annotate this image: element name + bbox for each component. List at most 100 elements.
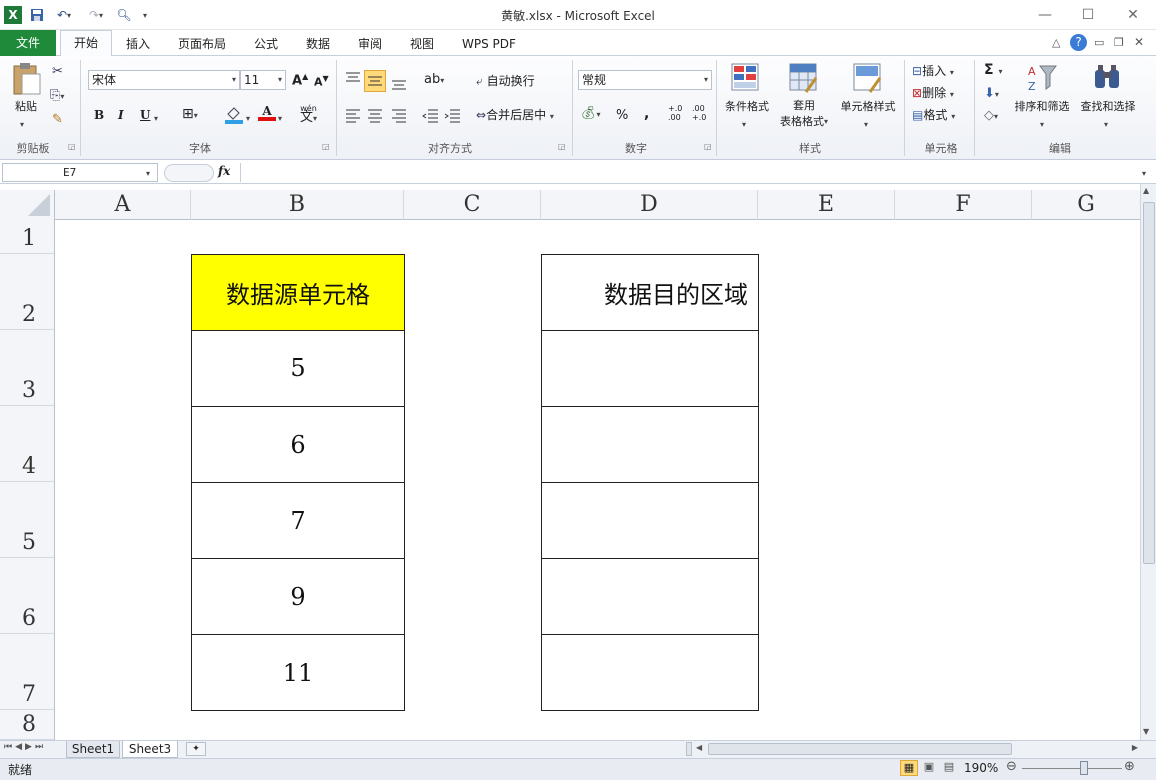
percent-style-button[interactable]: % (616, 108, 628, 123)
clipboard-launcher-icon[interactable]: ◲ (68, 142, 76, 151)
insert-cells-button[interactable]: ⊟插入 ▾ (912, 62, 954, 79)
workbook-minimize-icon[interactable]: ▭ (1094, 36, 1104, 49)
find-select-icon[interactable] (1092, 62, 1124, 94)
cell-d7[interactable] (541, 634, 759, 711)
format-as-table-icon[interactable] (788, 62, 820, 94)
sheet-tab-sheet1[interactable]: Sheet1 (66, 741, 120, 758)
align-top-icon[interactable] (344, 70, 362, 88)
format-as-table-line1[interactable]: 套用 (784, 98, 824, 112)
sheet-nav-icons[interactable]: ⏮◀▶⏭ (4, 742, 46, 752)
decrease-indent-icon[interactable] (422, 106, 440, 124)
cell-styles-dropdown[interactable]: ▾ (864, 116, 868, 130)
autosum-button[interactable]: Σ ▾ (984, 62, 1002, 78)
tab-formulas[interactable]: 公式 (244, 33, 288, 56)
fill-icon[interactable]: ⬇▾ (984, 86, 999, 101)
underline-dropdown[interactable]: ▾ (154, 110, 158, 124)
font-color-dropdown[interactable]: ▾ (278, 110, 282, 124)
sheet-tab-sheet3[interactable]: Sheet3 (122, 741, 178, 758)
copy-icon[interactable]: ⎘▾ (50, 88, 64, 103)
formula-input[interactable] (240, 163, 1138, 182)
comma-style-button[interactable]: , (644, 106, 649, 122)
row-header-6[interactable]: 6 (0, 558, 55, 634)
column-header-c[interactable]: C (404, 190, 541, 220)
column-header-f[interactable]: F (895, 190, 1032, 220)
tab-wps-pdf[interactable]: WPS PDF (452, 33, 526, 56)
sort-filter-icon[interactable]: AZ (1026, 62, 1058, 94)
insert-function-button[interactable]: fx (218, 164, 230, 178)
align-bottom-icon[interactable] (390, 74, 408, 92)
tab-split-handle[interactable] (686, 742, 692, 756)
cell-b5[interactable]: 7 (191, 482, 405, 559)
scroll-right-icon[interactable]: ▶ (1132, 743, 1138, 752)
format-painter-icon[interactable]: ✎ (52, 112, 63, 127)
merge-center-button[interactable]: ⇔合并后居中 ▾ (476, 106, 554, 123)
tab-page-layout[interactable]: 页面布局 (168, 33, 236, 56)
collapse-ribbon-icon[interactable]: △ (1052, 36, 1060, 49)
grow-font-icon[interactable]: A▲ (292, 72, 308, 88)
zoom-in-icon[interactable]: ⊕ (1124, 759, 1135, 774)
cell-b7[interactable]: 11 (191, 634, 405, 711)
scroll-left-icon[interactable]: ◀ (696, 743, 702, 752)
row-header-5[interactable]: 5 (0, 482, 55, 558)
help-icon[interactable]: ? (1070, 34, 1087, 51)
horizontal-scroll-thumb[interactable] (708, 743, 1012, 755)
phonetic-guide-icon[interactable]: wén 文▾ (300, 104, 317, 124)
cell-d3[interactable] (541, 330, 759, 407)
cell-d2[interactable]: 数据目的区域 (541, 254, 759, 331)
align-center-icon[interactable] (366, 106, 384, 124)
close-button[interactable]: ✕ (1118, 4, 1148, 26)
cut-icon[interactable]: ✂ (52, 64, 63, 79)
font-name-combo[interactable]: 宋体 ▾ (88, 70, 240, 90)
name-box-dropdown[interactable]: ▾ (146, 165, 150, 179)
row-header-1[interactable]: 1 (0, 220, 55, 254)
find-select-button[interactable]: 查找和选择 (1076, 98, 1140, 114)
sort-filter-button[interactable]: 排序和筛选 (1010, 98, 1074, 114)
vertical-scroll-thumb[interactable] (1143, 202, 1155, 564)
alignment-launcher-icon[interactable]: ◲ (558, 142, 566, 151)
fill-color-icon[interactable] (224, 104, 244, 124)
clear-icon[interactable]: ◇▾ (984, 108, 998, 123)
insert-sheet-icon[interactable]: ✦ (186, 742, 206, 756)
underline-button[interactable]: U (140, 108, 150, 122)
tab-data[interactable]: 数据 (296, 33, 340, 56)
align-middle-icon[interactable] (364, 70, 386, 92)
row-header-7[interactable]: 7 (0, 634, 55, 710)
number-format-combo[interactable]: 常规 ▾ (578, 70, 712, 90)
cell-b3[interactable]: 5 (191, 330, 405, 407)
cell-d4[interactable] (541, 406, 759, 483)
conditional-format-dropdown[interactable]: ▾ (742, 116, 746, 130)
align-left-icon[interactable] (344, 106, 362, 124)
column-header-d[interactable]: D (541, 190, 758, 220)
paste-icon[interactable] (10, 62, 42, 96)
column-header-e[interactable]: E (758, 190, 895, 220)
tab-insert[interactable]: 插入 (116, 33, 160, 56)
wrap-text-button[interactable]: ⤶ 自动换行 (476, 72, 535, 89)
name-box[interactable]: E7 (2, 163, 158, 182)
accounting-format-icon[interactable]: 💰︎▾ (580, 106, 601, 121)
row-header-2[interactable]: 2 (0, 254, 55, 330)
cell-d5[interactable] (541, 482, 759, 559)
increase-decimal-button[interactable]: +.0 .00 (668, 104, 682, 122)
align-right-icon[interactable] (390, 106, 408, 124)
fill-color-dropdown[interactable]: ▾ (246, 110, 250, 124)
font-launcher-icon[interactable]: ◲ (322, 142, 330, 151)
shrink-font-icon[interactable]: A▼ (314, 74, 329, 89)
paste-button[interactable]: 粘贴 (10, 98, 42, 114)
row-header-8[interactable]: 8 (0, 710, 55, 740)
cell-styles-icon[interactable] (852, 62, 884, 94)
workbook-restore-icon[interactable]: ❐ (1114, 36, 1124, 49)
conditional-format-button[interactable]: 条件格式 (720, 98, 774, 114)
delete-cells-button[interactable]: ⊠删除 ▾ (912, 84, 954, 101)
bold-button[interactable]: B (94, 108, 104, 122)
column-header-g[interactable]: G (1032, 190, 1140, 220)
format-cells-button[interactable]: ▤格式 ▾ (912, 106, 955, 123)
increase-indent-icon[interactable] (444, 106, 462, 124)
zoom-slider-thumb[interactable] (1080, 761, 1088, 775)
cell-d6[interactable] (541, 558, 759, 635)
format-as-table-line2[interactable]: 表格格式 ▾ (774, 114, 834, 128)
cell-b4[interactable]: 6 (191, 406, 405, 483)
scroll-down-icon[interactable]: ▼ (1143, 727, 1149, 736)
tab-view[interactable]: 视图 (400, 33, 444, 56)
row-header-3[interactable]: 3 (0, 330, 55, 406)
tab-review[interactable]: 审阅 (348, 33, 392, 56)
